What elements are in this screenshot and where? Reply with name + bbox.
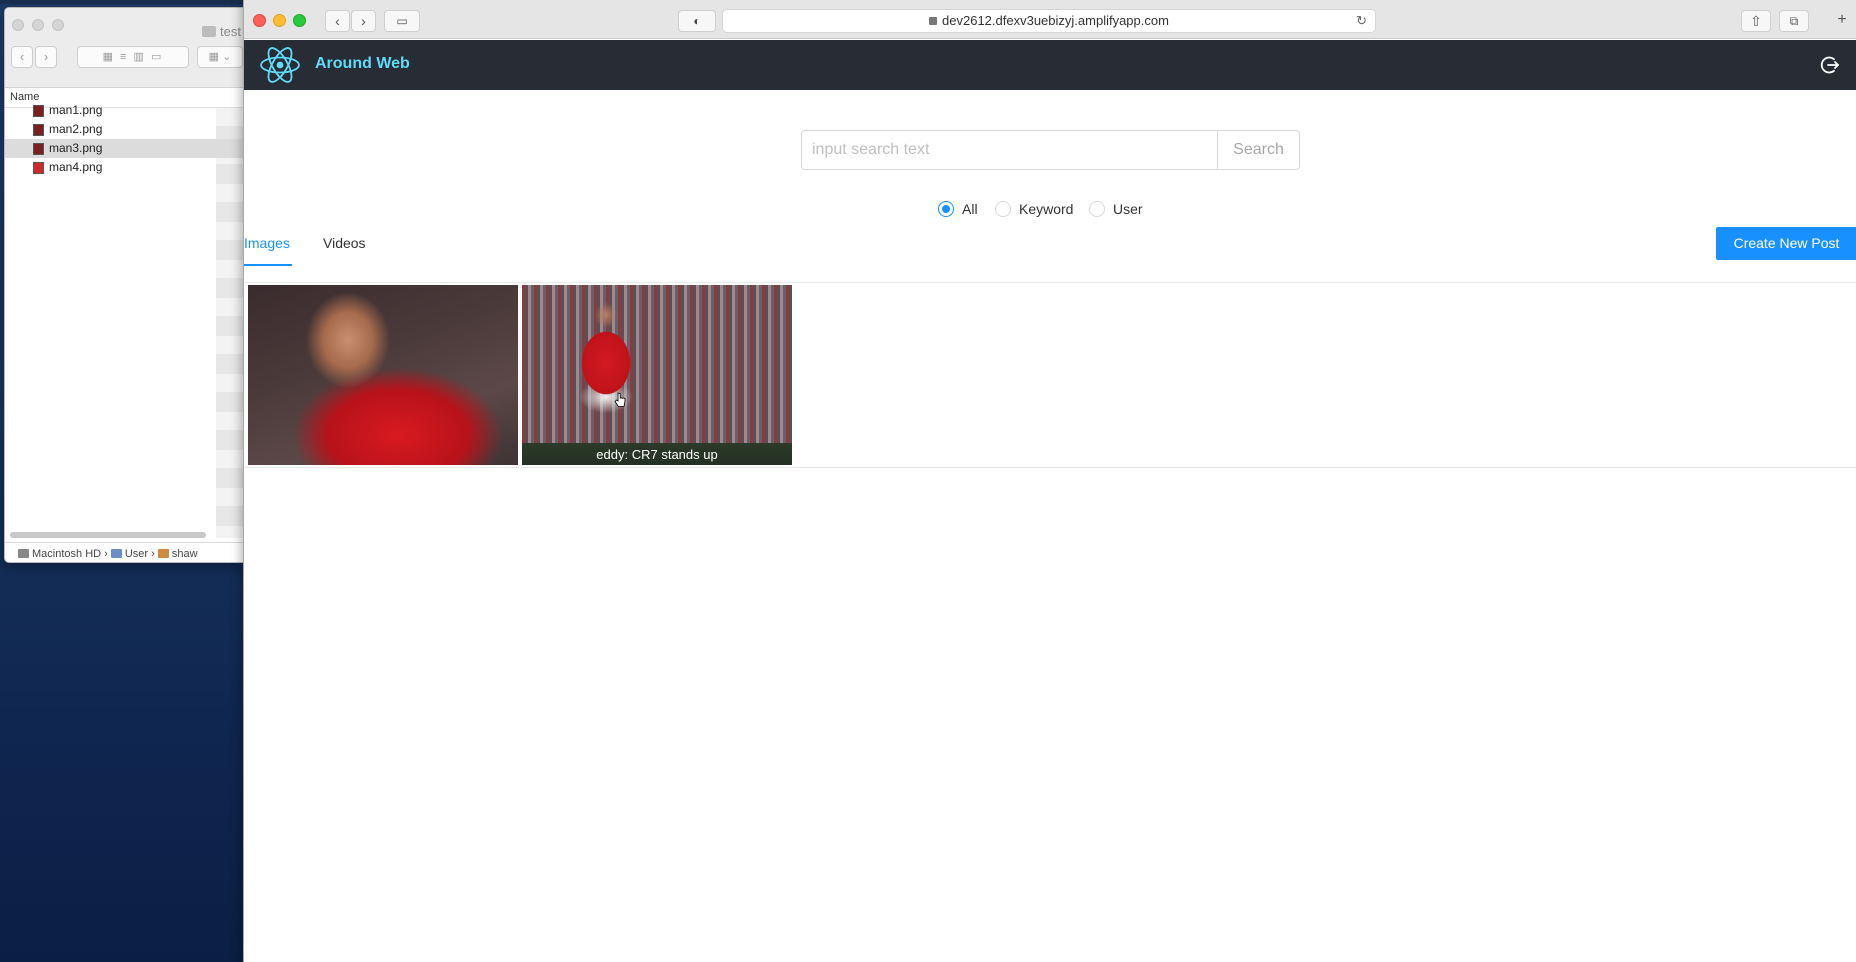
logout-icon[interactable] bbox=[1820, 55, 1840, 75]
tab-images[interactable]: Images bbox=[244, 232, 290, 254]
folder-icon bbox=[202, 26, 216, 37]
browser-minimize-button[interactable] bbox=[273, 14, 286, 27]
finder-window: test ‹ › ▦ ≡ ▥ ▭ ▦ ⌄ Name man1.png man2.… bbox=[4, 7, 244, 563]
disk-icon bbox=[18, 549, 29, 558]
finder-zoom-button[interactable] bbox=[52, 19, 64, 31]
browser-window: ‹ › ▭ ◐ dev2612.dfexv3uebizyj.amplifyapp… bbox=[243, 0, 1856, 962]
sidebar-toggle-icon[interactable]: ▭ bbox=[384, 10, 420, 32]
gallery-image[interactable]: eddy: CR7 stands up bbox=[522, 285, 792, 465]
browser-forward-button[interactable]: › bbox=[351, 10, 376, 32]
file-row[interactable]: man1.png bbox=[5, 101, 243, 120]
finder-close-button[interactable] bbox=[12, 19, 24, 31]
browser-close-button[interactable] bbox=[253, 14, 266, 27]
finder-title: test bbox=[202, 24, 241, 39]
finder-group-button[interactable]: ▦ ⌄ bbox=[197, 46, 243, 68]
react-logo-icon bbox=[260, 47, 300, 83]
finder-view-mode-buttons[interactable]: ▦ ≡ ▥ ▭ bbox=[77, 46, 189, 68]
radio-unchecked-icon bbox=[995, 201, 1011, 217]
search-input[interactable] bbox=[801, 130, 1218, 170]
image-caption: eddy: CR7 stands up bbox=[596, 447, 718, 462]
file-row[interactable]: man2.png bbox=[5, 120, 243, 139]
tab-divider bbox=[244, 282, 1856, 283]
image-file-icon bbox=[33, 105, 44, 117]
lock-icon bbox=[929, 17, 938, 25]
radio-unchecked-icon bbox=[1089, 201, 1105, 217]
tab-videos[interactable]: Videos bbox=[323, 232, 366, 254]
finder-forward-button[interactable]: › bbox=[35, 46, 57, 68]
radio-checked-icon bbox=[938, 201, 954, 217]
file-row-selected[interactable]: man3.png bbox=[5, 139, 243, 158]
path-item[interactable]: Macintosh HD bbox=[32, 548, 101, 560]
new-tab-icon[interactable]: + bbox=[1829, 10, 1855, 32]
folder-icon bbox=[110, 549, 122, 558]
image-file-icon bbox=[33, 143, 44, 155]
gallery-image[interactable] bbox=[248, 285, 518, 465]
finder-back-button[interactable]: ‹ bbox=[11, 46, 33, 68]
path-item[interactable]: User bbox=[125, 548, 148, 560]
finder-path-bar: Macintosh HD › User › shaw bbox=[5, 542, 243, 562]
mouse-pointer-icon bbox=[614, 392, 626, 407]
finder-minimize-button[interactable] bbox=[32, 19, 44, 31]
tabs-overview-icon[interactable]: ⧉ bbox=[1779, 10, 1809, 32]
search-button[interactable]: Search bbox=[1217, 130, 1300, 170]
address-bar[interactable]: dev2612.dfexv3uebizyj.amplifyapp.com ↻ bbox=[722, 9, 1376, 33]
app-title: Around Web bbox=[315, 55, 410, 72]
finder-horizontal-scrollbar[interactable] bbox=[10, 532, 206, 538]
app-header: Around Web bbox=[244, 40, 1856, 90]
reload-icon[interactable]: ↻ bbox=[1356, 10, 1367, 32]
home-icon bbox=[157, 549, 169, 558]
browser-toolbar: ‹ › ▭ ◐ dev2612.dfexv3uebizyj.amplifyapp… bbox=[244, 0, 1856, 39]
create-new-post-button[interactable]: Create New Post bbox=[1716, 227, 1856, 260]
privacy-shield-icon[interactable]: ◐ bbox=[678, 10, 716, 32]
share-icon[interactable]: ⇧ bbox=[1741, 10, 1771, 32]
browser-back-button[interactable]: ‹ bbox=[325, 10, 350, 32]
browser-zoom-button[interactable] bbox=[293, 14, 306, 27]
image-file-icon bbox=[33, 162, 44, 174]
active-tab-indicator bbox=[244, 264, 292, 266]
gallery-divider bbox=[244, 467, 1856, 468]
finder-toolbar: test ‹ › ▦ ≡ ▥ ▭ ▦ ⌄ bbox=[5, 8, 243, 88]
file-row[interactable]: man4.png bbox=[5, 158, 243, 177]
image-file-icon bbox=[33, 124, 44, 136]
path-item[interactable]: shaw bbox=[172, 548, 198, 560]
